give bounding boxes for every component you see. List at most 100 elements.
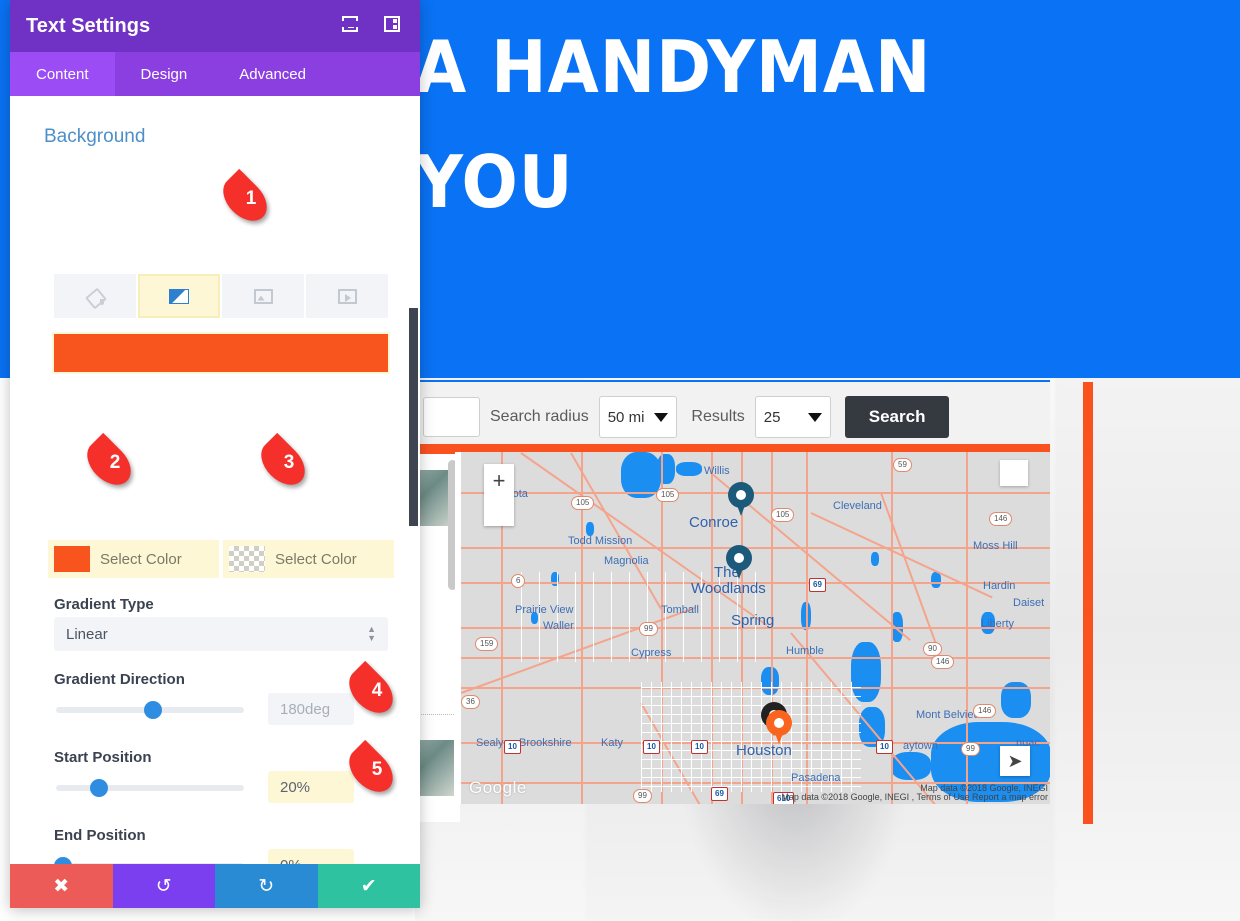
map-route-shield: 146 — [973, 704, 997, 718]
background-color-tab[interactable] — [54, 274, 136, 318]
annotation-marker-2: 2 — [78, 432, 140, 494]
annotation-marker-3: 3 — [252, 432, 314, 494]
results-select[interactable]: 25 — [754, 396, 831, 438]
map-label: Humble — [786, 645, 824, 657]
results-value: 25 — [763, 408, 781, 426]
marker-number: 1 — [245, 188, 257, 209]
map-route-shield: 159 — [475, 637, 499, 651]
panel-title: Text Settings — [26, 14, 151, 37]
map-water — [761, 667, 779, 695]
map-street — [741, 682, 742, 792]
map-label: Woodlands — [691, 580, 766, 597]
map-label: Willis — [704, 465, 730, 477]
map-label: Brookshire — [519, 737, 572, 749]
map-label: Waller — [543, 620, 574, 632]
search-button[interactable]: Search — [844, 396, 950, 438]
map-route-shield: 99 — [639, 622, 658, 636]
map-road — [806, 452, 808, 804]
map-route-shield: 146 — [989, 512, 1013, 526]
map-pin-blue[interactable] — [728, 482, 754, 516]
map-route-shield: 105 — [571, 496, 595, 510]
gradient-direction-label: Gradient Direction — [54, 671, 185, 688]
map-container[interactable]: Willis asota Conroe Cleveland Todd Mission Mo… — [455, 452, 1050, 804]
map-interstate-shield: 69 — [809, 578, 826, 592]
search-location-input[interactable] — [423, 397, 480, 437]
map-street — [683, 572, 684, 662]
map-route-shield: 99 — [633, 789, 652, 803]
marker-number: 4 — [371, 680, 383, 701]
map-street — [611, 572, 612, 662]
map-street — [593, 572, 594, 662]
map-label: Tomball — [661, 604, 699, 616]
map-interstate-shield: 10 — [691, 740, 708, 754]
chevron-down-icon — [807, 412, 822, 422]
results-label: Results — [691, 408, 745, 425]
gradient-preview[interactable] — [54, 334, 388, 372]
map-label: Liberty — [981, 618, 1015, 630]
layout-icon[interactable] — [384, 16, 404, 36]
map-street — [691, 682, 692, 792]
video-icon — [337, 288, 357, 304]
map-street — [701, 682, 702, 792]
map-street — [641, 696, 861, 697]
redo-button[interactable]: ↻ — [215, 864, 318, 908]
map-route-shield: 99 — [961, 742, 980, 756]
map-label: Moss Hill — [973, 540, 1018, 552]
map-canvas[interactable]: Willis asota Conroe Cleveland Todd Mission Mo… — [461, 452, 1050, 804]
gradient-direction-slider[interactable] — [56, 701, 244, 719]
map-street — [651, 682, 652, 792]
map-route-shield: 146 — [931, 655, 955, 669]
panel-tabs: Content Design Advanced — [10, 52, 420, 96]
map-street — [641, 768, 861, 769]
map-interstate-shield: 10 — [643, 740, 660, 754]
search-radius-select[interactable]: 50 mi — [598, 396, 678, 438]
tab-advanced[interactable]: Advanced — [213, 52, 332, 96]
map-fullscreen-button[interactable] — [1000, 460, 1028, 486]
transparent-swatch-icon[interactable] — [229, 546, 265, 572]
chevron-down-icon — [654, 412, 669, 422]
map-street — [641, 786, 861, 787]
map-water — [871, 552, 879, 566]
google-watermark: Google — [469, 778, 527, 797]
background-gradient-tab[interactable] — [138, 274, 220, 318]
map-street — [539, 572, 540, 662]
map-pin-blue[interactable] — [726, 545, 752, 579]
map-locate-icon[interactable]: ➤ — [1000, 746, 1030, 776]
search-radius-value: 50 mi — [607, 408, 645, 426]
background-image-tab[interactable] — [222, 274, 304, 318]
background-video-tab[interactable] — [306, 274, 388, 318]
search-toolbar: Search radius 50 mi Results 25 Search — [415, 380, 1050, 452]
map-label: Cleveland — [833, 500, 882, 512]
map-zoom-in-button[interactable]: + — [484, 464, 514, 526]
gradient-end-color-field[interactable]: Select Color — [223, 540, 394, 578]
map-street — [731, 682, 732, 792]
gradient-start-color-field[interactable]: Select Color — [48, 540, 219, 578]
panel-scrollbar[interactable] — [409, 308, 418, 526]
map-pin-orange[interactable] — [766, 710, 792, 744]
map-label: Cypress — [631, 647, 672, 659]
marker-number: 3 — [283, 452, 295, 473]
save-button[interactable]: ✔ — [317, 864, 420, 908]
map-route-shield: 36 — [461, 695, 480, 709]
cancel-button[interactable]: ✖ — [10, 864, 113, 908]
start-position-slider[interactable] — [56, 779, 244, 797]
marker-number: 2 — [109, 452, 121, 473]
map-street — [575, 572, 576, 662]
slider-knob[interactable] — [144, 701, 162, 719]
map-route-shield: 6 — [511, 574, 526, 588]
gradient-type-select[interactable]: Linear ▲ ▼ — [54, 617, 388, 651]
panel-footer: ✖ ↺ ↻ ✔ — [10, 864, 420, 908]
map-water — [851, 642, 881, 702]
map-street — [557, 572, 558, 662]
map-label: Mont Belvieu — [916, 709, 980, 721]
tab-content[interactable]: Content — [10, 52, 115, 96]
map-street — [641, 705, 861, 706]
undo-button[interactable]: ↺ — [112, 864, 215, 908]
image-icon — [253, 288, 273, 304]
slider-knob[interactable] — [90, 779, 108, 797]
select-color-label: Select Color — [100, 550, 182, 568]
tab-design[interactable]: Design — [115, 52, 214, 96]
focus-icon[interactable] — [342, 16, 362, 36]
color-swatch-icon[interactable] — [54, 546, 90, 572]
map-label: Prairie View — [515, 604, 574, 616]
